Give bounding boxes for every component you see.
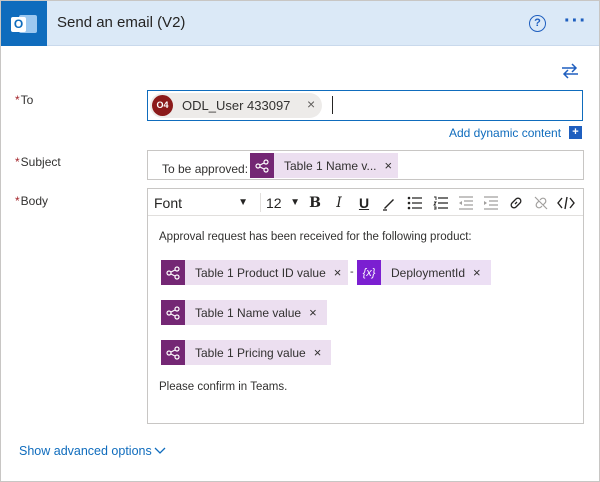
dynamic-token-name-value[interactable]: Table 1 Name value × [161, 300, 327, 325]
font-size-select[interactable]: 12 ▼ [266, 193, 300, 213]
italic-button[interactable]: I [331, 193, 347, 213]
unlink-icon[interactable] [532, 193, 550, 213]
dynamic-token-name[interactable]: Table 1 Name v... × [250, 153, 399, 178]
switch-mode-icon[interactable] [561, 63, 579, 79]
increase-indent-icon[interactable] [482, 193, 500, 213]
separator-text: - [350, 266, 354, 278]
help-icon[interactable]: ? [529, 15, 546, 32]
to-label: *To [15, 93, 34, 107]
dataverse-icon [161, 340, 185, 365]
outlook-icon: O [1, 1, 47, 46]
token-label: DeploymentId [391, 265, 466, 280]
remove-token-icon[interactable]: × [334, 265, 342, 280]
add-dynamic-content-link[interactable]: Add dynamic content [449, 126, 561, 140]
token-label: Table 1 Name v... [284, 158, 377, 173]
decrease-indent-icon[interactable] [457, 193, 475, 213]
bulleted-list-icon[interactable] [406, 193, 424, 213]
remove-token-icon[interactable]: × [314, 345, 322, 360]
token-label: Table 1 Pricing value [195, 345, 306, 360]
body-intro-text: Approval request has been received for t… [159, 231, 472, 243]
add-dynamic-content-icon[interactable]: + [569, 126, 582, 139]
highlight-icon[interactable] [380, 193, 398, 213]
dataverse-icon [250, 153, 274, 178]
subject-input[interactable]: To be approved: Table 1 Name v... × [147, 150, 584, 180]
show-advanced-options-link[interactable]: Show advanced options [19, 444, 152, 458]
expression-token-deployment[interactable]: {x} DeploymentId × [357, 260, 491, 285]
action-card: O Send an email (V2) ? ··· *To O4 ODL_Us… [0, 0, 600, 482]
token-label: Table 1 Name value [195, 305, 302, 320]
to-input[interactable]: O4 ODL_User 433097 × [147, 90, 583, 121]
remove-token-icon[interactable]: × [473, 265, 481, 280]
body-label: *Body [15, 194, 49, 208]
expression-icon: {x} [357, 260, 381, 285]
numbered-list-icon[interactable] [432, 193, 450, 213]
underline-button[interactable]: U [355, 193, 373, 213]
dynamic-token-pricing[interactable]: Table 1 Pricing value × [161, 340, 332, 365]
body-editor[interactable]: Font ▼ 12 ▼ B I U Approval request has b… [147, 188, 584, 424]
recipient-name: ODL_User 433097 [182, 98, 291, 113]
remove-recipient-icon[interactable]: × [307, 96, 315, 112]
editor-toolbar: Font ▼ 12 ▼ B I U [148, 189, 583, 216]
action-title: Send an email (V2) [57, 14, 186, 31]
remove-token-icon[interactable]: × [384, 158, 392, 173]
recipient-chip[interactable]: O4 ODL_User 433097 × [150, 93, 322, 118]
body-closing-text: Please confirm in Teams. [159, 381, 288, 393]
subject-prefix-text: To be approved: [162, 162, 249, 176]
avatar: O4 [152, 95, 173, 116]
subject-label: *Subject [15, 155, 61, 169]
code-view-icon[interactable] [556, 193, 576, 213]
bold-button[interactable]: B [306, 193, 324, 213]
font-select[interactable]: Font ▼ [154, 193, 254, 213]
remove-token-icon[interactable]: × [309, 305, 317, 320]
dataverse-icon [161, 260, 185, 285]
chevron-down-icon[interactable] [154, 444, 166, 456]
text-caret [332, 96, 333, 114]
more-options-icon[interactable]: ··· [564, 10, 587, 33]
dataverse-icon [161, 300, 185, 325]
action-header[interactable]: O Send an email (V2) ? ··· [1, 1, 599, 46]
dynamic-token-product-id[interactable]: Table 1 Product ID value × [161, 260, 349, 285]
token-label: Table 1 Product ID value [195, 265, 326, 280]
link-icon[interactable] [507, 193, 525, 213]
